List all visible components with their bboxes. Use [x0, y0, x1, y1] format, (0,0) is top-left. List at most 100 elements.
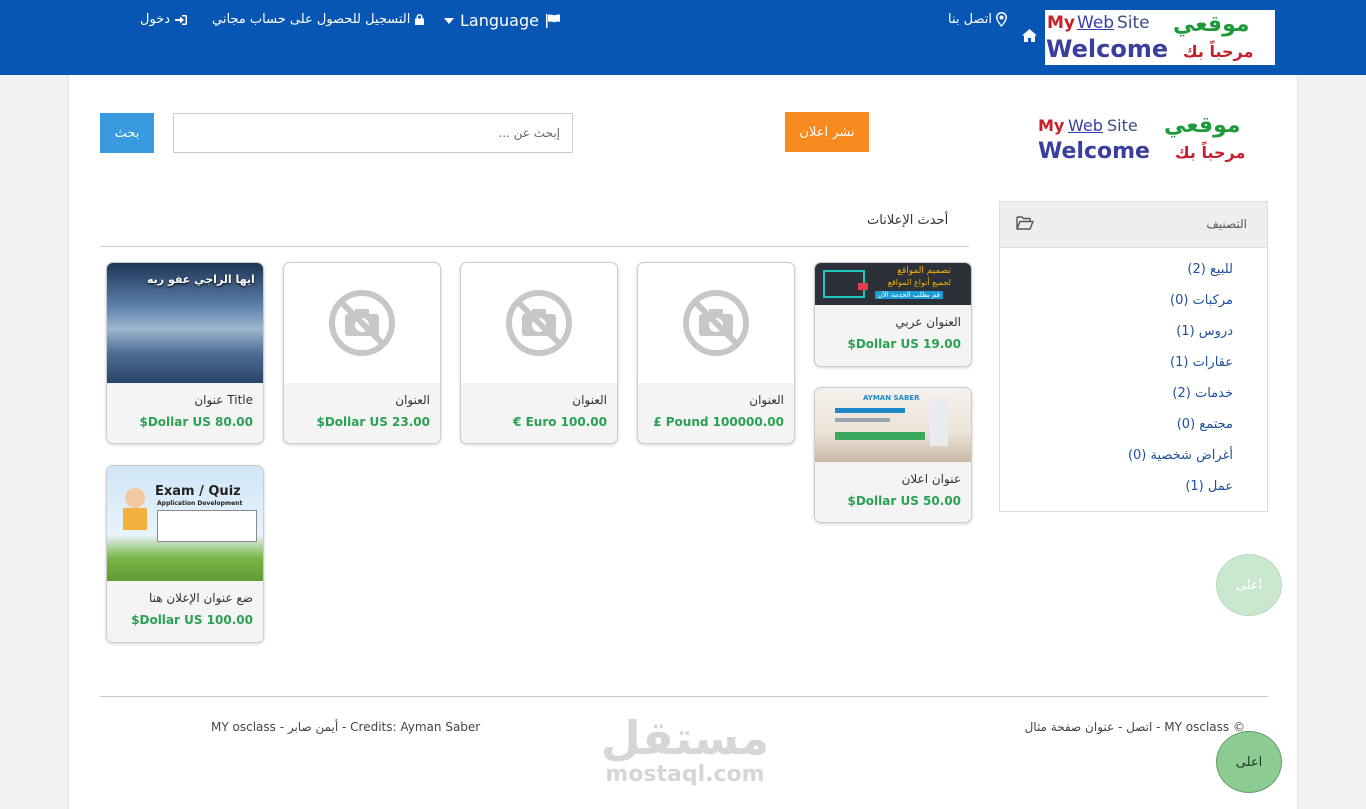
ad-price: € Euro 100.00: [513, 415, 607, 429]
map-marker-icon: [995, 12, 1007, 27]
ad-card[interactable]: العنوان $Dollar US 23.00: [283, 262, 441, 444]
ad-image-text: قم بطلب الخدمة الآن: [874, 291, 943, 299]
lock-icon: [415, 14, 425, 25]
ad-info: العنوان £ Pound 100000.00: [638, 383, 794, 443]
ad-card[interactable]: العنوان £ Pound 100000.00: [637, 262, 795, 444]
ad-title[interactable]: العنوان عربي: [825, 315, 961, 329]
category-item[interactable]: مجتمع (0): [1177, 417, 1233, 432]
footer-credits: MY osclass - أيمن صابر - Credits: Ayman …: [211, 720, 481, 734]
ad-image-text: Application Development: [157, 500, 243, 507]
logo-my: My: [1047, 13, 1075, 33]
category-item[interactable]: للبيع (2): [1187, 262, 1233, 277]
ad-card[interactable]: تصميم المواقع لجميع أنواع المواقع قم بطل…: [814, 262, 972, 367]
logo-my: My: [1038, 116, 1065, 135]
category-item[interactable]: خدمات (2): [1172, 386, 1233, 401]
post-ad-button[interactable]: نشر اعلان: [785, 112, 869, 152]
categories-panel: التصنيف للبيع (2) مركبات (0) دروس (1) عق…: [999, 201, 1268, 512]
register-link[interactable]: التسجيل للحصول على حساب مجاني: [212, 12, 425, 27]
ad-image[interactable]: AYMAN SABER: [815, 388, 971, 462]
ad-title[interactable]: العنوان: [471, 393, 607, 407]
category-item[interactable]: أغراض شخصية (0): [1128, 448, 1233, 463]
ad-image[interactable]: Exam / Quiz Application Development: [107, 466, 263, 581]
logo-arabic-top: موقعي: [1164, 113, 1241, 138]
ad-image[interactable]: ايها الراجي عفو ربه: [107, 263, 263, 383]
watermark: مستقل mostaql.com: [600, 713, 770, 787]
logo-site: Site: [1117, 13, 1150, 33]
ad-card[interactable]: Exam / Quiz Application Development ضع ع…: [106, 465, 264, 643]
search-input[interactable]: [173, 113, 573, 153]
category-item[interactable]: عمل (1): [1185, 479, 1233, 494]
ad-price: $Dollar US 50.00: [847, 494, 962, 508]
ad-info: عنوان اعلان $Dollar US 50.00: [815, 462, 971, 522]
categories-header: التصنيف: [1000, 202, 1267, 248]
logo-web: Web: [1077, 13, 1115, 33]
ad-image[interactable]: [284, 263, 440, 383]
ad-title[interactable]: العنوان: [648, 393, 784, 407]
ad-image-text: AYMAN SABER: [863, 394, 920, 402]
ad-info: العنوان $Dollar US 23.00: [284, 383, 440, 443]
footer-divider: [100, 696, 1268, 697]
logo-welcome: Welcome: [1046, 35, 1169, 63]
ad-card[interactable]: العنوان € Euro 100.00: [460, 262, 618, 444]
login-link[interactable]: دخول: [140, 12, 188, 27]
back-to-top-button[interactable]: اعلى: [1216, 731, 1282, 793]
watermark-english: mostaql.com: [605, 762, 765, 787]
home-link[interactable]: [1022, 29, 1037, 42]
contact-link[interactable]: اتصل بنا: [948, 12, 1007, 27]
ad-price: $Dollar US 23.00: [316, 415, 431, 429]
site-logo[interactable]: My Web Site Welcome موقعي مرحباً بك: [1037, 105, 1257, 169]
ad-info: العنوان عربي $Dollar US 19.00: [815, 305, 971, 366]
ad-title[interactable]: Title عنوان: [117, 393, 253, 407]
logo-site: Site: [1107, 116, 1138, 135]
latest-divider: [100, 246, 969, 247]
ad-price: $Dollar US 19.00: [847, 337, 962, 351]
caret-down-icon: [444, 17, 454, 24]
back-to-top-button[interactable]: اعلى: [1216, 554, 1282, 616]
main-container: بحث نشر اعلان My Web Site Welcome موقعي …: [68, 75, 1298, 809]
ad-image-text: Exam / Quiz: [155, 484, 241, 499]
ad-image-text: تصميم المواقع: [897, 266, 951, 276]
logo-arabic-bottom: مرحباً بك: [1183, 42, 1254, 61]
logo-web: Web: [1068, 116, 1103, 135]
home-icon: [1022, 29, 1037, 42]
no-photo-icon: [506, 290, 572, 356]
top-bar: دخول التسجيل للحصول على حساب مجاني Langu…: [0, 0, 1366, 75]
logo-welcome: Welcome: [1038, 139, 1150, 164]
ad-image[interactable]: [461, 263, 617, 383]
ad-price: $Dollar US 100.00: [131, 613, 253, 627]
footer-links[interactable]: © MY osclass - اتصل - عنوان صفحة مثال: [1025, 720, 1245, 734]
sign-in-icon: [175, 14, 187, 25]
no-photo-icon: [683, 290, 749, 356]
ad-image[interactable]: تصميم المواقع لجميع أنواع المواقع قم بطل…: [815, 263, 971, 305]
contact-label: اتصل بنا: [948, 12, 992, 27]
monitor-icon: [823, 270, 868, 298]
ad-info: العنوان € Euro 100.00: [461, 383, 617, 443]
language-dropdown[interactable]: Language: [444, 11, 561, 30]
latest-ads-title: أحدث الإعلانات: [867, 213, 949, 228]
ad-title[interactable]: العنوان: [294, 393, 430, 407]
ad-price: $Dollar US 80.00: [139, 415, 254, 429]
header-logo[interactable]: My Web Site Welcome موقعي مرحباً بك: [1045, 10, 1275, 65]
logo-arabic-bottom: مرحباً بك: [1175, 143, 1246, 162]
ad-card[interactable]: AYMAN SABER عنوان اعلان $Dollar US 50.00: [814, 387, 972, 523]
search-button[interactable]: بحث: [100, 113, 154, 153]
ad-title[interactable]: ضع عنوان الإعلان هنا: [117, 591, 253, 605]
ad-card[interactable]: ايها الراجي عفو ربه Title عنوان $Dollar …: [106, 262, 264, 444]
ad-image[interactable]: [638, 263, 794, 383]
category-item[interactable]: مركبات (0): [1170, 293, 1233, 308]
categories-title: التصنيف: [1206, 217, 1247, 231]
flag-icon: [545, 13, 560, 28]
no-photo-icon: [329, 290, 395, 356]
category-item[interactable]: عقارات (1): [1170, 355, 1233, 370]
ad-info: Title عنوان $Dollar US 80.00: [107, 383, 263, 443]
ad-info: ضع عنوان الإعلان هنا $Dollar US 100.00: [107, 581, 263, 642]
ad-title[interactable]: عنوان اعلان: [825, 472, 961, 486]
language-label: Language: [460, 11, 539, 30]
folder-open-icon: [1016, 216, 1034, 230]
ad-image-text: ايها الراجي عفو ربه: [147, 273, 255, 286]
logo-arabic-top: موقعي: [1173, 12, 1250, 37]
ad-image-text: لجميع أنواع المواقع: [887, 278, 951, 287]
login-label: دخول: [140, 12, 170, 27]
category-item[interactable]: دروس (1): [1176, 324, 1233, 339]
ad-price: £ Pound 100000.00: [653, 415, 784, 429]
